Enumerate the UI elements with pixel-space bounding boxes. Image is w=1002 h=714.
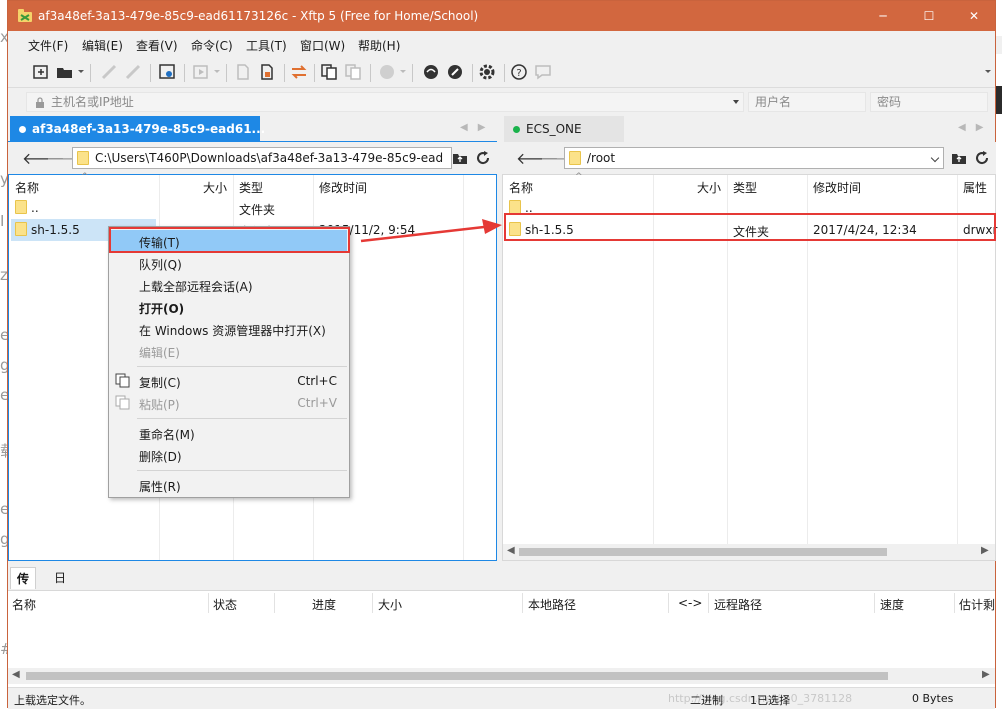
menu-item-upload-all[interactable]: 上载全部远程会话(A) — [111, 274, 347, 296]
menu-item-queue[interactable]: 队列(Q) — [111, 252, 347, 274]
context-menu: 传输(T) 队列(Q) 上载全部远程会话(A) 打开(O) 在 Windows … — [108, 226, 350, 498]
menu-item-delete[interactable]: 删除(D) — [111, 444, 347, 466]
shortcut-paste: Ctrl+V — [297, 396, 337, 410]
menu-separator — [137, 470, 347, 471]
shortcut-copy: Ctrl+C — [297, 374, 337, 388]
annotation-highlight-box — [504, 213, 996, 241]
menu-item-rename[interactable]: 重命名(M) — [111, 422, 347, 444]
menu-item-properties[interactable]: 属性(R) — [111, 474, 347, 496]
menu-item-edit: 编辑(E) — [139, 346, 180, 360]
menu-separator — [137, 366, 347, 367]
menu-item-open-in-explorer[interactable]: 在 Windows 资源管理器中打开(X) — [111, 318, 347, 340]
annotation-menu-highlight — [109, 227, 350, 253]
menu-item-open[interactable]: 打开(O) — [111, 296, 347, 318]
menu-item-paste: 粘贴(P) Ctrl+V — [111, 392, 347, 414]
menu-separator — [137, 418, 347, 419]
copy-icon — [115, 373, 130, 388]
paste-icon — [115, 395, 130, 410]
menu-item-copy[interactable]: 复制(C) Ctrl+C — [111, 370, 347, 392]
